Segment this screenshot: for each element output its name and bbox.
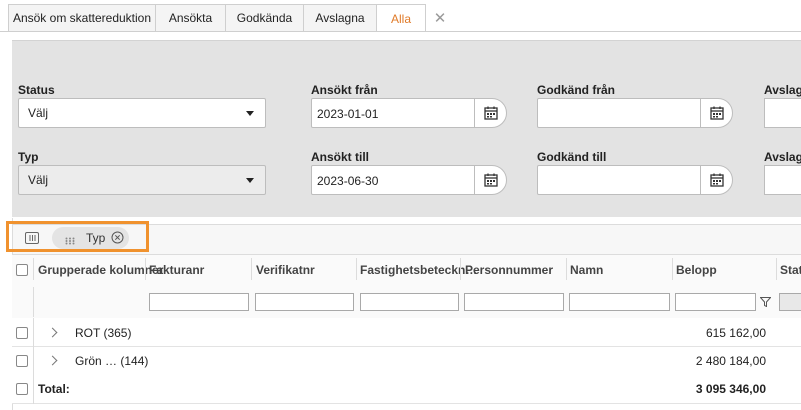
column-header-status[interactable]: Statu <box>780 263 801 277</box>
avslagen-till-label: Avslage <box>764 150 801 164</box>
filter-input-status[interactable] <box>779 293 801 311</box>
ansokt-fran-value: 2023-01-01 <box>317 107 379 121</box>
total-row-checkbox[interactable] <box>16 383 28 395</box>
filter-input-fakturanr[interactable] <box>149 293 249 311</box>
filter-input-belopp[interactable] <box>675 293 756 311</box>
godkand-fran-field[interactable] <box>537 98 733 128</box>
filter-input-personnummer[interactable] <box>464 293 564 311</box>
ansokt-till-label: Ansökt till <box>311 150 370 164</box>
avslagen-till-field[interactable] <box>764 165 801 195</box>
column-separator <box>566 258 567 280</box>
select-all-checkbox[interactable] <box>16 264 28 276</box>
calendar-icon[interactable] <box>474 165 506 195</box>
row-checkbox[interactable] <box>16 327 28 339</box>
column-header-verifikatnr[interactable]: Verifikatnr <box>256 263 315 277</box>
tab-ansokta[interactable]: Ansökta <box>155 4 226 31</box>
column-separator <box>776 258 777 280</box>
column-header-personnummer[interactable]: Personnummer <box>465 263 553 277</box>
group-row-label: Grön … (144) <box>75 354 149 368</box>
ansokt-fran-label: Ansökt från <box>311 83 378 97</box>
caret-down-icon <box>246 178 254 183</box>
avslagen-fran-label: Avslage <box>764 83 801 97</box>
highlight-box <box>6 221 149 252</box>
group-row-amount: 2 480 184,00 <box>695 354 766 368</box>
close-icon[interactable]: ✕ <box>425 4 455 31</box>
column-separator <box>672 258 673 280</box>
group-row-amount: 615 162,00 <box>705 326 766 340</box>
tab-label: Ansökta <box>168 11 213 25</box>
tab-label: Godkända <box>236 11 293 25</box>
filter-input-fastighetsbeteckning[interactable] <box>360 293 459 311</box>
avslagen-fran-field[interactable] <box>764 98 801 128</box>
total-label: Total: <box>38 382 70 396</box>
filter-funnel-icon[interactable] <box>759 296 772 310</box>
total-amount: 3 095 346,00 <box>695 382 766 396</box>
tab-ansok-om-skattereduktion[interactable]: Ansök om skattereduktion <box>8 4 156 31</box>
filter-input-verifikatnr[interactable] <box>255 293 354 311</box>
tab-godkanda[interactable]: Godkända <box>225 4 304 31</box>
ansokt-till-field[interactable]: 2023-06-30 <box>311 165 507 195</box>
godkand-fran-label: Godkänd från <box>537 83 616 97</box>
status-select-value: Välj <box>28 106 49 120</box>
ansokt-fran-field[interactable]: 2023-01-01 <box>311 98 507 128</box>
caret-down-icon <box>246 111 254 116</box>
tab-label: Avslagna <box>315 11 365 25</box>
row-checkbox[interactable] <box>16 355 28 367</box>
tab-divider <box>0 31 801 32</box>
ansokt-till-value: 2023-06-30 <box>317 174 379 188</box>
typ-select[interactable]: Välj <box>18 165 266 195</box>
godkand-till-field[interactable] <box>537 165 733 195</box>
column-header-fakturanr[interactable]: Fakturanr <box>149 263 204 277</box>
tab-alla[interactable]: Alla <box>376 4 426 32</box>
column-separator <box>33 287 34 317</box>
calendar-icon[interactable] <box>474 98 506 128</box>
calendar-icon[interactable] <box>700 98 732 128</box>
status-label: Status <box>18 83 55 97</box>
column-separator <box>356 258 357 280</box>
column-header-namn[interactable]: Namn <box>570 263 603 277</box>
godkand-till-label: Godkänd till <box>537 150 607 164</box>
typ-select-value: Välj <box>28 173 49 187</box>
tab-label: Ansök om skattereduktion <box>12 11 152 25</box>
column-separator <box>33 318 34 404</box>
tab-label: Alla <box>390 11 411 26</box>
group-row-label: ROT (365) <box>75 326 132 340</box>
filter-input-namn[interactable] <box>569 293 670 311</box>
calendar-icon[interactable] <box>700 165 732 195</box>
column-header-belopp[interactable]: Belopp <box>676 263 717 277</box>
column-separator <box>251 258 252 280</box>
tab-avslagna[interactable]: Avslagna <box>303 4 377 31</box>
column-separator <box>460 258 461 280</box>
typ-label: Typ <box>18 150 39 164</box>
column-separator <box>145 258 146 280</box>
status-select[interactable]: Välj <box>18 98 266 128</box>
column-separator <box>33 258 34 280</box>
